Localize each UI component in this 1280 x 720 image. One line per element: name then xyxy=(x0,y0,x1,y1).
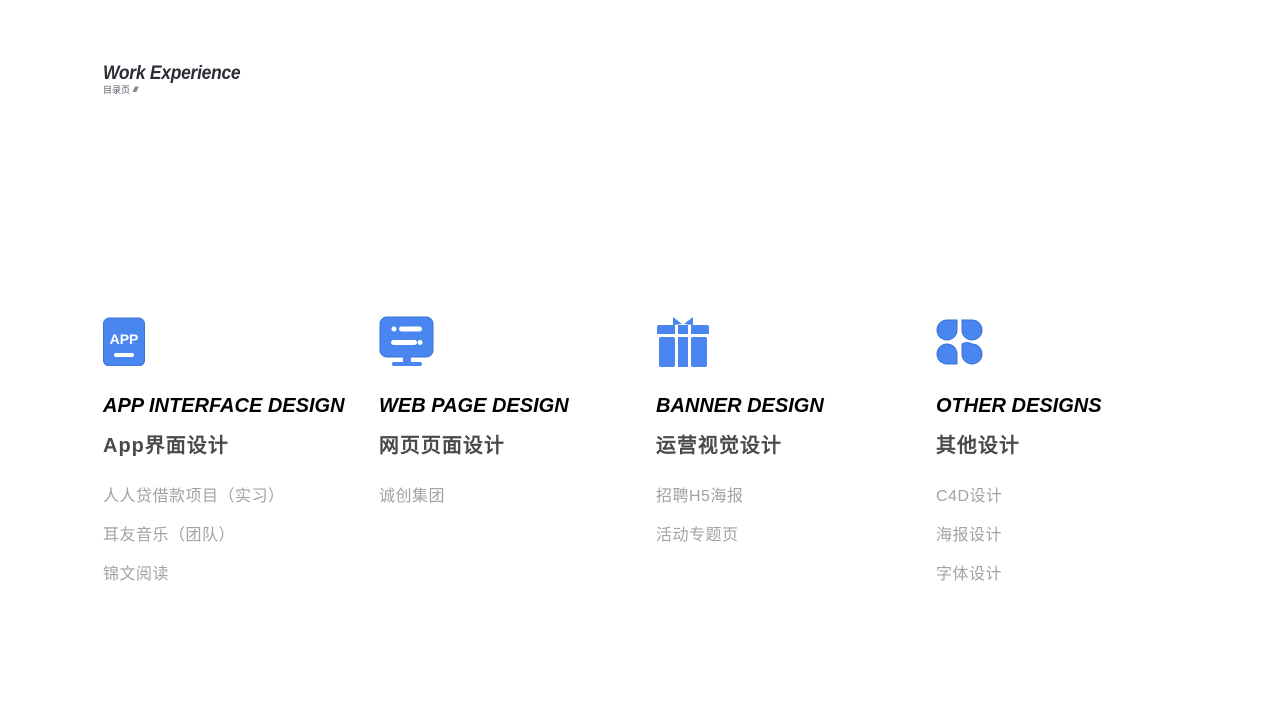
category-subtitle: App界面设计 xyxy=(103,435,229,457)
category-web: WEB PAGE DESIGN 网页页面设计 诚创集团 xyxy=(379,314,639,505)
category-title: APP INTERFACE DESIGN xyxy=(103,395,345,417)
category-subtitle: 运营视觉设计 xyxy=(656,435,782,457)
project-item[interactable]: 人人贷借款项目（实习） xyxy=(103,487,285,526)
project-item[interactable]: 锦文阅读 xyxy=(103,565,285,604)
project-item[interactable]: 字体设计 xyxy=(936,565,1003,604)
category-banner: BANNER DESIGN 运营视觉设计 招聘H5海报 活动专题页 xyxy=(656,314,916,544)
gift-icon xyxy=(656,314,916,370)
category-app: APP APP INTERFACE DESIGN App界面设计 人人贷借款项目… xyxy=(103,314,363,583)
subtitle-text: 目录页 xyxy=(103,85,131,95)
portfolio-page: Work Experience 目录页 //////// APP APP INT… xyxy=(0,0,1280,720)
grid-icon xyxy=(936,314,1196,370)
project-item[interactable]: 活动专题页 xyxy=(656,526,743,565)
category-title: OTHER DESIGNS xyxy=(936,395,1102,417)
monitor-icon xyxy=(379,314,639,370)
app-icon: APP xyxy=(103,314,363,370)
project-list: 诚创集团 xyxy=(379,487,445,526)
project-item[interactable]: 招聘H5海报 xyxy=(656,487,743,526)
page-title: Work Experience xyxy=(103,63,241,84)
project-item[interactable]: 诚创集团 xyxy=(379,487,445,526)
category-subtitle: 其他设计 xyxy=(936,435,1020,457)
project-list: C4D设计 海报设计 字体设计 xyxy=(936,487,1003,604)
project-item[interactable]: C4D设计 xyxy=(936,487,1003,526)
project-list: 人人贷借款项目（实习） 耳友音乐（团队） 锦文阅读 xyxy=(103,487,285,604)
decorative-slashes: //////// xyxy=(133,87,138,94)
project-list: 招聘H5海报 活动专题页 xyxy=(656,487,743,565)
category-title: WEB PAGE DESIGN xyxy=(379,395,569,417)
page-subtitle: 目录页 //////// xyxy=(103,85,252,96)
category-title: BANNER DESIGN xyxy=(656,395,824,417)
category-other: OTHER DESIGNS 其他设计 C4D设计 海报设计 字体设计 xyxy=(936,314,1196,583)
category-subtitle: 网页页面设计 xyxy=(379,435,505,457)
svg-text:APP: APP xyxy=(110,331,139,347)
project-item[interactable]: 海报设计 xyxy=(936,526,1003,565)
page-header: Work Experience 目录页 //////// xyxy=(103,62,252,96)
project-item[interactable]: 耳友音乐（团队） xyxy=(103,526,285,565)
